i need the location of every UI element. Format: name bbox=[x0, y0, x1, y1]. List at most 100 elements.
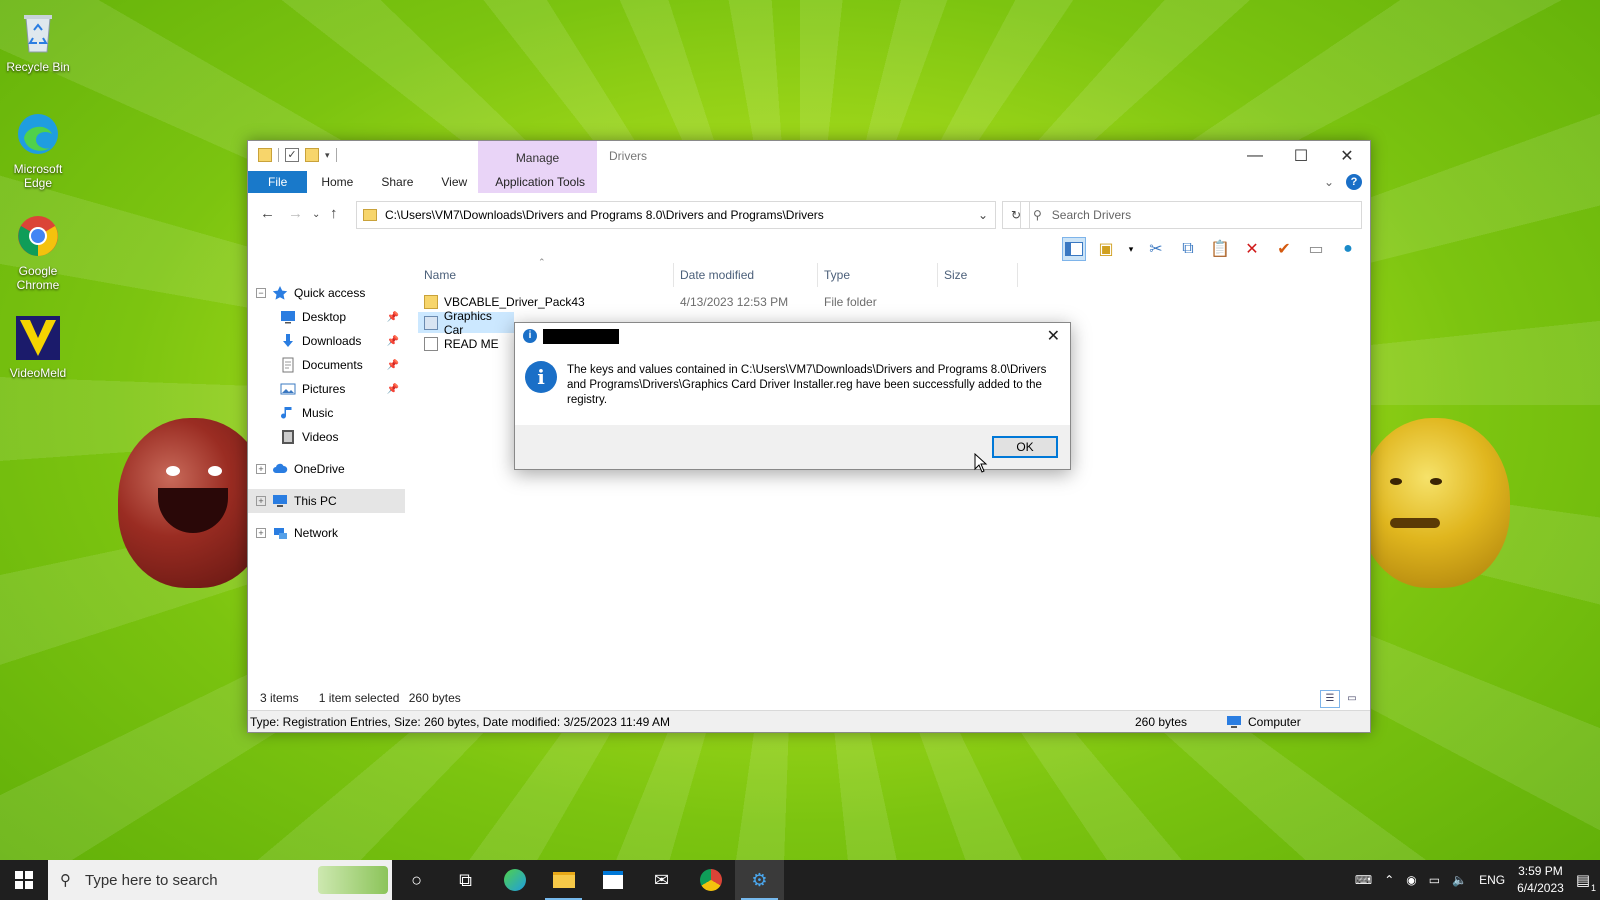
properties-card-icon[interactable]: ▭ bbox=[1304, 237, 1328, 261]
column-name[interactable]: Name bbox=[418, 263, 674, 287]
nav-item-pictures[interactable]: Pictures 📌 bbox=[248, 377, 405, 401]
location-label: Computer bbox=[1248, 714, 1301, 729]
details-view-icon[interactable]: ☰ bbox=[1320, 690, 1340, 708]
column-type[interactable]: Type bbox=[818, 263, 938, 287]
folder-icon bbox=[363, 209, 377, 221]
edge-taskbar-icon[interactable] bbox=[490, 860, 539, 900]
file-name: VBCABLE_Driver_Pack43 bbox=[444, 294, 585, 309]
recent-locations-icon[interactable]: ⌄ bbox=[312, 209, 320, 220]
mail-taskbar-icon[interactable]: ✉ bbox=[637, 860, 686, 900]
nav-item-downloads[interactable]: Downloads 📌 bbox=[248, 329, 405, 353]
expand-icon[interactable]: + bbox=[256, 496, 266, 506]
details-location: Computer bbox=[1226, 715, 1301, 729]
back-arrow-icon[interactable]: ← bbox=[260, 205, 275, 222]
tab-view[interactable]: View bbox=[427, 171, 481, 193]
keyboard-icon[interactable]: ⌨ bbox=[1355, 873, 1372, 887]
dialog-close-icon[interactable]: ✕ bbox=[1047, 326, 1060, 346]
clock[interactable]: 3:59 PM 6/4/2023 bbox=[1517, 863, 1564, 897]
dropdown-icon[interactable]: ▾ bbox=[1126, 237, 1136, 261]
nav-item-this-pc[interactable]: + This PC bbox=[248, 489, 405, 513]
nav-label: Pictures bbox=[302, 382, 346, 396]
ok-button[interactable]: OK bbox=[992, 436, 1058, 458]
expand-icon[interactable]: + bbox=[256, 528, 266, 538]
delete-icon[interactable]: ✕ bbox=[1240, 237, 1264, 261]
desktop-icon-recycle-bin[interactable]: Recycle Bin bbox=[4, 8, 72, 74]
navigation-pane-icon[interactable] bbox=[1062, 237, 1086, 261]
chrome-taskbar-icon[interactable] bbox=[686, 860, 735, 900]
nav-label: Network bbox=[294, 526, 339, 540]
network-tray-icon[interactable]: ▭ bbox=[1429, 873, 1440, 887]
copy-icon[interactable]: ⧉ bbox=[1176, 237, 1200, 261]
store-taskbar-icon[interactable] bbox=[588, 860, 637, 900]
forward-arrow-icon[interactable]: → bbox=[288, 205, 303, 222]
nav-item-music[interactable]: Music bbox=[248, 401, 405, 425]
address-bar[interactable]: C:\Users\VM7\Downloads\Drivers and Progr… bbox=[356, 201, 996, 229]
address-row: ← → ⌄ ↑ C:\Users\VM7\Downloads\Drivers a… bbox=[248, 199, 1370, 231]
separator bbox=[278, 148, 279, 162]
meet-now-icon[interactable]: ◉ bbox=[1406, 873, 1416, 887]
pin-icon: 📌 bbox=[386, 359, 399, 371]
file-row-graphics-card[interactable]: Graphics Car bbox=[418, 309, 514, 337]
layout-icon[interactable]: ▣ bbox=[1094, 237, 1118, 261]
file-name: READ ME bbox=[444, 336, 499, 351]
tab-file[interactable]: File bbox=[248, 171, 308, 193]
file-name: Graphics Car bbox=[443, 308, 492, 337]
volume-muted-icon[interactable]: 🔈 bbox=[1452, 873, 1467, 887]
nav-item-desktop[interactable]: Desktop 📌 bbox=[248, 305, 405, 329]
computer-icon bbox=[1227, 716, 1241, 728]
rename-check-icon[interactable]: ✔ bbox=[1272, 237, 1296, 261]
close-button[interactable]: ✕ bbox=[1324, 141, 1370, 171]
properties-icon[interactable]: ✓ bbox=[285, 148, 299, 162]
notifications-icon[interactable]: ▤ 1 bbox=[1576, 871, 1596, 893]
customize-qat-icon[interactable]: ▾ bbox=[325, 150, 330, 161]
start-button[interactable] bbox=[0, 860, 48, 900]
cut-icon[interactable]: ✂ bbox=[1144, 237, 1168, 261]
taskbar-search-input[interactable]: ⚲ Type here to search bbox=[48, 860, 392, 900]
expand-icon[interactable]: + bbox=[256, 464, 266, 474]
apple-eye bbox=[166, 466, 180, 476]
search-input[interactable]: ⚲ Search Drivers bbox=[1020, 201, 1362, 229]
nav-item-documents[interactable]: Documents 📌 bbox=[248, 353, 405, 377]
desktop-icon-chrome[interactable]: Google Chrome bbox=[4, 212, 72, 292]
tab-share[interactable]: Share bbox=[367, 171, 427, 193]
desktop-icon-edge[interactable]: Microsoft Edge bbox=[4, 110, 72, 190]
show-hidden-icons-icon[interactable]: ⌃ bbox=[1384, 873, 1394, 887]
large-icons-view-icon[interactable]: ▭ bbox=[1342, 690, 1362, 708]
up-arrow-icon[interactable]: ↑ bbox=[330, 205, 338, 222]
nav-item-videos[interactable]: Videos bbox=[248, 425, 405, 449]
maximize-button[interactable]: ☐ bbox=[1278, 141, 1324, 171]
collapse-icon[interactable]: − bbox=[256, 288, 266, 298]
column-date-modified[interactable]: Date modified bbox=[674, 263, 818, 287]
nav-item-network[interactable]: + Network bbox=[248, 521, 405, 545]
column-size[interactable]: Size bbox=[938, 263, 1018, 287]
videos-icon bbox=[282, 430, 294, 444]
file-row-vbcable[interactable]: VBCABLE_Driver_Pack43 4/13/2023 12:53 PM… bbox=[418, 291, 1363, 312]
nav-label: OneDrive bbox=[294, 462, 345, 476]
help-icon[interactable]: ? bbox=[1346, 174, 1362, 190]
nav-label: Quick access bbox=[294, 286, 366, 300]
desktop-icon-label: Recycle Bin bbox=[6, 60, 70, 74]
desktop-icon-label: Microsoft Edge bbox=[13, 162, 63, 190]
nav-label: Videos bbox=[302, 430, 339, 444]
desktop-icon-label: Google Chrome bbox=[16, 264, 60, 292]
tab-application-tools[interactable]: Application Tools bbox=[481, 171, 599, 193]
file-explorer-taskbar-icon[interactable] bbox=[539, 860, 588, 900]
registry-editor-taskbar-icon[interactable]: ⚙ bbox=[735, 860, 784, 900]
tab-home[interactable]: Home bbox=[307, 171, 367, 193]
windows-logo-icon bbox=[15, 871, 33, 889]
minimize-button[interactable]: — bbox=[1232, 141, 1278, 171]
language-indicator[interactable]: ENG bbox=[1479, 873, 1505, 887]
cortana-icon[interactable]: ○ bbox=[392, 860, 441, 900]
nav-item-quick-access[interactable]: − Quick access bbox=[248, 281, 405, 305]
globe-icon[interactable]: ● bbox=[1336, 237, 1360, 261]
task-view-icon[interactable]: ⧉ bbox=[441, 860, 490, 900]
chrome-icon bbox=[18, 216, 58, 256]
desktop-icon-videomeld[interactable]: VideoMeld bbox=[4, 314, 72, 380]
clock-date: 6/4/2023 bbox=[1517, 881, 1564, 895]
expand-ribbon-icon[interactable]: ⌄ bbox=[1324, 175, 1334, 189]
chevron-down-icon[interactable]: ⌄ bbox=[971, 208, 995, 222]
ribbon-controls: ⌄ ? bbox=[1324, 174, 1362, 190]
nav-item-onedrive[interactable]: + OneDrive bbox=[248, 457, 405, 481]
new-folder-icon[interactable] bbox=[305, 148, 319, 162]
paste-icon[interactable]: 📋 bbox=[1208, 237, 1232, 261]
